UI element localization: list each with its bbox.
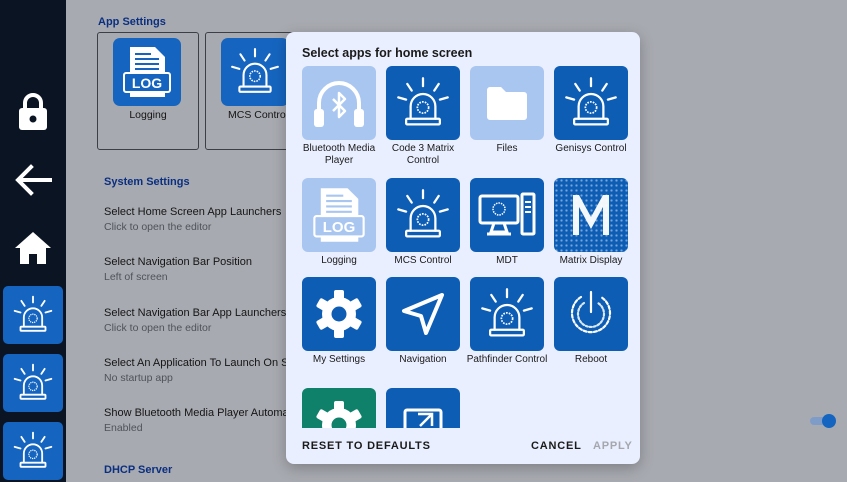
siren-icon (470, 277, 544, 351)
app-tile-matrix-display[interactable]: Matrix Display (552, 178, 630, 278)
app-grid[interactable]: Bluetooth Media Player Code 3 Matrix Con… (298, 66, 630, 428)
siren-icon (13, 295, 53, 332)
siren-icon (386, 178, 460, 252)
computer-icon (470, 178, 544, 252)
app-tile-label: Matrix Display (559, 255, 623, 266)
bluetooth-headphones-icon (302, 66, 376, 140)
siren-icon (554, 66, 628, 140)
app-card-logging[interactable]: LOG Logging (97, 32, 199, 150)
app-tile-genisys-control[interactable]: Genisys Control (552, 66, 630, 166)
app-tile-launcher[interactable] (384, 388, 468, 428)
app-tile-label: Code 3 Matrix Control (391, 143, 455, 166)
app-tile-label: My Settings (312, 354, 366, 365)
apply-button[interactable]: APPLY (593, 440, 633, 452)
app-tile-label: Files (496, 143, 518, 154)
bluetooth-auto-show-toggle[interactable] (810, 414, 836, 428)
app-tile-label: Bluetooth Media Player (302, 143, 376, 166)
gear-icon (302, 388, 376, 428)
dialog-title: Select apps for home screen (302, 46, 473, 60)
app-tile-code3-matrix-control[interactable]: Code 3 Matrix Control (384, 66, 468, 166)
gear-icon (302, 277, 376, 351)
system-settings-title: System Settings (104, 176, 190, 188)
app-settings-title: App Settings (98, 16, 166, 28)
reboot-icon (554, 277, 628, 351)
app-tile-mdt[interactable]: MDT (468, 178, 552, 278)
app-tile-mcs-control[interactable]: MCS Control (384, 178, 468, 278)
log-file-icon: LOG (113, 38, 181, 106)
svg-text:LOG: LOG (323, 219, 356, 236)
app-tile-label: Pathfinder Control (466, 354, 548, 365)
select-apps-dialog: Select apps for home screen Bluetooth Me… (286, 32, 640, 464)
app-tile-reboot[interactable]: Reboot (552, 277, 630, 377)
home-icon[interactable] (3, 226, 63, 270)
app-tile-logging[interactable]: LOG Logging (300, 178, 384, 278)
app-tile-bluetooth-media-player[interactable]: Bluetooth Media Player (300, 66, 384, 166)
siren-icon (13, 363, 53, 400)
app-card-label: Logging (129, 109, 167, 121)
app-tile-navigation[interactable]: Navigation (384, 277, 468, 377)
folder-icon (470, 66, 544, 140)
siren-icon (13, 431, 53, 468)
siren-icon (221, 38, 289, 106)
back-arrow-icon[interactable] (3, 158, 63, 202)
nav-app-launcher-1[interactable] (3, 286, 63, 344)
launch-icon (386, 388, 460, 428)
nav-app-launcher-2[interactable] (3, 354, 63, 412)
app-tile-label: MCS Control (394, 255, 452, 266)
app-tile-files[interactable]: Files (468, 66, 552, 166)
navigation-arrow-icon (386, 277, 460, 351)
nav-app-launcher-3[interactable] (3, 422, 63, 480)
siren-icon (386, 66, 460, 140)
app-tile-settings-2[interactable] (300, 388, 384, 428)
svg-text:LOG: LOG (132, 75, 162, 91)
lock-icon[interactable] (3, 86, 63, 138)
app-tile-my-settings[interactable]: My Settings (300, 277, 384, 377)
navigation-bar (0, 0, 66, 482)
app-tile-label: Logging (321, 255, 357, 266)
app-tile-pathfinder-control[interactable]: Pathfinder Control (467, 277, 552, 377)
app-tile-label: Reboot (574, 354, 608, 365)
app-tile-label: Navigation (399, 354, 447, 365)
cancel-button[interactable]: CANCEL (531, 440, 582, 452)
matrix-display-icon (554, 178, 628, 252)
app-tile-label: MDT (496, 255, 518, 266)
reset-to-defaults-button[interactable]: RESET TO DEFAULTS (302, 440, 431, 452)
log-file-icon: LOG (302, 178, 376, 252)
app-tile-label: Genisys Control (555, 143, 627, 154)
dhcp-server-title: DHCP Server (104, 464, 173, 476)
